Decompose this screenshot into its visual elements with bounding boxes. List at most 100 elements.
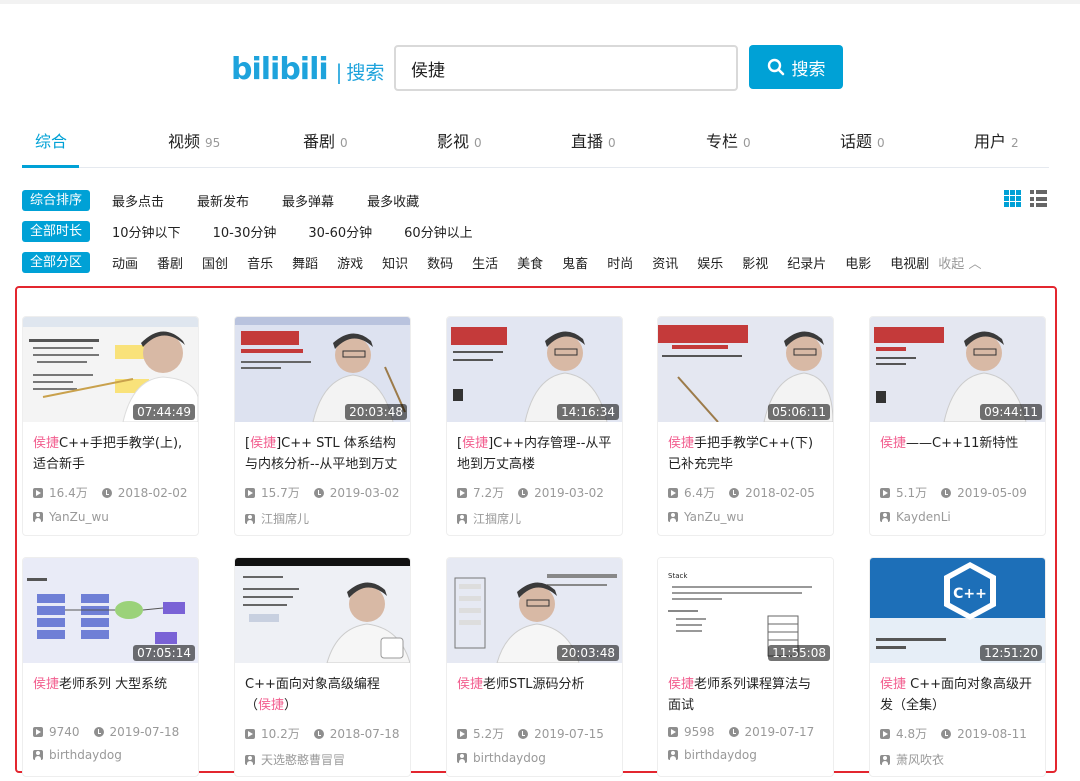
sort-option[interactable]: 最新发布 — [197, 191, 249, 210]
tab-film[interactable]: 影视 0 — [437, 128, 482, 152]
uploader-link[interactable]: birthdaydog — [447, 751, 622, 765]
sort-active-pill[interactable]: 综合排序 — [22, 189, 91, 211]
video-title[interactable]: C++面向对象高级编程（侯捷） — [235, 674, 410, 716]
grid-view-icon[interactable] — [1004, 190, 1021, 207]
video-title[interactable]: [侯捷]C++内存管理--从平地到万丈高楼 — [447, 433, 622, 475]
sort-option[interactable]: 最多点击 — [112, 191, 164, 210]
uploader-link[interactable]: 江掴席儿 — [447, 510, 622, 527]
video-card[interactable]: 07:44:49 侯捷C++手把手教学(上),适合新手 16.4万 2018-02… — [22, 316, 199, 536]
tab-all[interactable]: 综合 — [35, 128, 67, 152]
title-suffix: 老师系列 大型系统 — [59, 677, 168, 692]
category-option[interactable]: 番剧 — [157, 253, 183, 272]
uploader-name: YanZu_wu — [49, 510, 109, 524]
video-title[interactable]: 侯捷手把手教学C++(下)已补充完毕 — [658, 433, 833, 475]
tab-count: 0 — [877, 136, 885, 150]
video-title[interactable]: 侯捷老师系列 大型系统 — [23, 674, 198, 716]
uploader-link[interactable]: 萧风吹衣 — [870, 751, 1045, 768]
tab-video[interactable]: 视频 95 — [168, 128, 220, 152]
uploader-link[interactable]: birthdaydog — [23, 748, 198, 762]
video-title[interactable]: 侯捷老师STL源码分析 — [447, 674, 622, 716]
category-option[interactable]: 音乐 — [247, 253, 273, 272]
video-thumbnail[interactable]: 09:44:11 — [870, 317, 1045, 422]
category-active-pill[interactable]: 全部分区 — [22, 251, 91, 273]
category-option[interactable]: 影视 — [742, 253, 768, 272]
collapse-button[interactable]: 收起 ︿ — [938, 253, 981, 272]
video-thumbnail[interactable]: 20:03:48 — [235, 317, 410, 422]
uploader-icon — [245, 513, 255, 524]
uploader-icon — [880, 754, 890, 765]
video-card[interactable]: 20:03:48 侯捷老师STL源码分析 5.2万 2019-07-15 birt… — [446, 557, 623, 777]
tab-label: 直播 — [571, 132, 604, 151]
uploader-link[interactable]: KaydenLi — [870, 510, 1045, 524]
uploader-link[interactable]: YanZu_wu — [23, 510, 198, 524]
category-option[interactable]: 游戏 — [337, 253, 363, 272]
category-option[interactable]: 生活 — [472, 253, 498, 272]
category-option[interactable]: 电影 — [845, 253, 871, 272]
video-meta: 4.8万 2019-08-11 — [870, 725, 1045, 742]
uploader-link[interactable]: YanZu_wu — [658, 510, 833, 524]
play-count: 16.4万 — [49, 486, 88, 500]
uploader-name: 江掴席儿 — [261, 512, 310, 526]
video-title[interactable]: 侯捷 C++面向对象高级开发（全集） — [870, 674, 1045, 716]
video-card[interactable]: 14:16:34 [侯捷]C++内存管理--从平地到万丈高楼 7.2万 2019-… — [446, 316, 623, 536]
tab-article[interactable]: 专栏 0 — [706, 128, 751, 152]
video-thumbnail[interactable]: 05:06:11 — [658, 317, 833, 422]
video-thumbnail[interactable]: C++ 12:51:20 — [870, 558, 1045, 663]
video-thumbnail[interactable]: 07:44:49 — [23, 317, 198, 422]
video-thumbnail[interactable]: Stack 11:55:08 — [658, 558, 833, 663]
clock-icon — [313, 487, 324, 498]
category-option[interactable]: 舞蹈 — [292, 253, 318, 272]
video-thumbnail[interactable]: 20:03:48 — [447, 558, 622, 663]
category-option[interactable]: 知识 — [382, 253, 408, 272]
category-option[interactable]: 纪录片 — [787, 253, 826, 272]
category-option[interactable]: 美食 — [517, 253, 543, 272]
list-view-icon[interactable] — [1030, 190, 1047, 207]
video-thumbnail[interactable]: 14:16:34 — [447, 317, 622, 422]
uploader-icon — [457, 753, 467, 763]
duration-option[interactable]: 30-60分钟 — [308, 222, 372, 241]
video-card[interactable]: C++面向对象高级编程（侯捷） 10.2万 2018-07-18 天选憨憨曹冒冒 — [234, 557, 411, 777]
video-thumbnail[interactable]: 07:05:14 — [23, 558, 198, 663]
video-card[interactable]: C++ 12:51:20 侯捷 C++面向对象高级开发（全集） 4.8万 2019… — [869, 557, 1046, 777]
video-card[interactable]: 07:05:14 侯捷老师系列 大型系统 9740 2019-07-18 birt… — [22, 557, 199, 777]
sort-option[interactable]: 最多弹幕 — [282, 191, 334, 210]
category-option[interactable]: 数码 — [427, 253, 453, 272]
category-option[interactable]: 时尚 — [607, 253, 633, 272]
clock-icon — [941, 487, 952, 498]
clock-icon — [93, 727, 104, 737]
uploader-icon — [245, 754, 255, 765]
sort-filter-row: 综合排序 最多点击 最新发布 最多弹幕 最多收藏 — [22, 189, 419, 211]
uploader-link[interactable]: birthdaydog — [658, 748, 833, 762]
search-input[interactable] — [394, 45, 738, 91]
category-option[interactable]: 娱乐 — [697, 253, 723, 272]
duration-option[interactable]: 10分钟以下 — [112, 222, 181, 241]
video-card[interactable]: 05:06:11 侯捷手把手教学C++(下)已补充完毕 6.4万 2018-02-… — [657, 316, 834, 536]
duration-option[interactable]: 60分钟以上 — [404, 222, 473, 241]
tab-user[interactable]: 用户 2 — [974, 128, 1019, 152]
tab-bangumi[interactable]: 番剧 0 — [303, 128, 348, 152]
category-option[interactable]: 动画 — [112, 253, 138, 272]
video-card[interactable]: Stack 11:55:08 侯捷老师系列课程算法与面试 9598 2019-07… — [657, 557, 834, 777]
video-thumbnail[interactable] — [235, 558, 410, 663]
top-divider — [0, 0, 1080, 4]
uploader-link[interactable]: 天选憨憨曹冒冒 — [235, 751, 410, 768]
category-option[interactable]: 电视剧 — [890, 253, 929, 272]
category-option[interactable]: 资讯 — [652, 253, 678, 272]
sort-option[interactable]: 最多收藏 — [367, 191, 419, 210]
category-option[interactable]: 国创 — [202, 253, 228, 272]
tab-topic[interactable]: 话题 0 — [840, 128, 885, 152]
category-option[interactable]: 鬼畜 — [562, 253, 588, 272]
duration-option[interactable]: 10-30分钟 — [213, 222, 277, 241]
video-title[interactable]: 侯捷——C++11新特性 — [870, 433, 1045, 475]
chevron-up-icon: ︿ — [968, 256, 982, 272]
video-card[interactable]: 09:44:11 侯捷——C++11新特性 5.1万 2019-05-09 Kay… — [869, 316, 1046, 536]
search-button[interactable]: 搜索 — [749, 45, 843, 89]
video-card[interactable]: 20:03:48 [侯捷]C++ STL 体系结构与内核分析--从平地到万丈高 … — [234, 316, 411, 536]
uploader-link[interactable]: 江掴席儿 — [235, 510, 410, 527]
duration-active-pill[interactable]: 全部时长 — [22, 220, 91, 242]
video-title[interactable]: 侯捷老师系列课程算法与面试 — [658, 674, 833, 716]
video-title[interactable]: [侯捷]C++ STL 体系结构与内核分析--从平地到万丈高 — [235, 433, 410, 475]
tab-live[interactable]: 直播 0 — [571, 128, 616, 152]
video-title[interactable]: 侯捷C++手把手教学(上),适合新手 — [23, 433, 198, 475]
bilibili-logo[interactable]: bilibili | 搜索 — [231, 52, 384, 87]
